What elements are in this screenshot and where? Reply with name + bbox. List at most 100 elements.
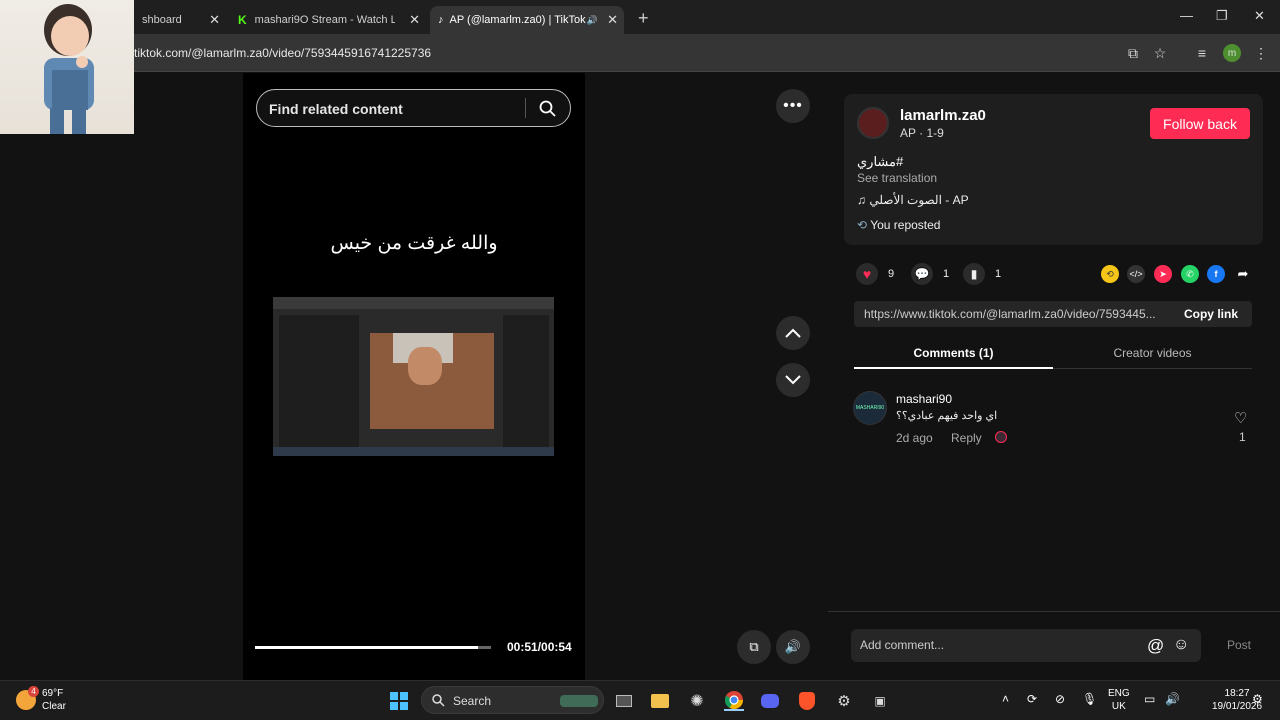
chevron-up-icon bbox=[785, 328, 801, 338]
reposted-status: ⟲ You reposted bbox=[857, 218, 940, 232]
new-tab-button[interactable]: + bbox=[630, 4, 654, 32]
taskbar-search[interactable]: Search bbox=[421, 686, 604, 714]
video-link[interactable]: https://www.tiktok.com/@lamarlm.za0/vide… bbox=[864, 307, 1168, 321]
url-text[interactable]: tiktok.com/@lamarlm.za0/video/7593445916… bbox=[134, 46, 431, 60]
mention-icon[interactable]: @ bbox=[1147, 636, 1164, 656]
comment-like-count: 1 bbox=[1239, 430, 1246, 444]
tab-label: AP (@lamarlm.za0) | TikTok bbox=[449, 14, 586, 26]
webcam-overlay bbox=[0, 0, 134, 134]
comment-button[interactable]: 💬 1 bbox=[911, 263, 949, 285]
previous-video-button[interactable] bbox=[776, 316, 810, 350]
media-control-icon[interactable]: ≡ bbox=[1193, 44, 1211, 62]
comment-like-icon[interactable]: ♡ bbox=[1234, 409, 1247, 427]
tab-dashboard[interactable]: shboard ✕ bbox=[134, 6, 226, 34]
weather-temp: 69°F bbox=[42, 688, 64, 699]
microphone-icon[interactable]: 🎙 bbox=[1082, 692, 1097, 706]
comment-count: 1 bbox=[943, 268, 950, 280]
embed-icon[interactable]: </> bbox=[1127, 265, 1145, 283]
comment-username[interactable]: mashari90 bbox=[896, 392, 952, 406]
minimize-icon[interactable]: — bbox=[1180, 8, 1193, 23]
comment-avatar[interactable]: MASHARI90 bbox=[853, 391, 887, 425]
progress-fill bbox=[255, 646, 478, 649]
volume-icon[interactable]: 🔊 bbox=[1165, 692, 1180, 706]
display-icon[interactable]: ▭ bbox=[1144, 692, 1155, 706]
close-icon[interactable]: ✕ bbox=[607, 12, 618, 28]
install-app-icon[interactable]: ⧉ bbox=[1124, 44, 1142, 62]
video-screenshot-thumbnail bbox=[273, 297, 554, 456]
post-button[interactable]: Post bbox=[1227, 638, 1251, 652]
file-explorer-icon[interactable] bbox=[650, 691, 670, 711]
notification-icon[interactable]: ⚙ bbox=[1252, 692, 1263, 706]
search-icon[interactable] bbox=[539, 100, 556, 117]
maximize-icon[interactable]: ❐ bbox=[1216, 8, 1228, 24]
sync-icon[interactable]: ⟳ bbox=[1027, 692, 1037, 706]
kick-icon: K bbox=[238, 13, 247, 27]
bookmark-star-icon[interactable]: ☆ bbox=[1151, 44, 1169, 62]
tab-tiktok[interactable]: ♪ AP (@lamarlm.za0) | TikTok 🔊 ✕ bbox=[430, 6, 624, 34]
ai-app-icon[interactable]: ✺ bbox=[687, 691, 707, 711]
hashtag-link[interactable]: مشاري# bbox=[857, 154, 903, 170]
repost-icon: ⟲ bbox=[857, 218, 868, 232]
comment-date: 2d ago bbox=[896, 431, 933, 445]
music-link[interactable]: ♫ الصوت الأصلي - AP bbox=[857, 193, 969, 207]
progress-bar[interactable] bbox=[255, 646, 491, 649]
share-arrow-icon[interactable]: ➦ bbox=[1234, 265, 1252, 283]
floating-player-button[interactable]: ⧉ bbox=[737, 630, 771, 664]
more-options-button[interactable]: ••• bbox=[776, 89, 810, 123]
copy-link-button[interactable]: Copy link bbox=[1184, 307, 1238, 321]
volume-button[interactable]: 🔊 bbox=[776, 630, 810, 664]
emoji-icon[interactable]: ☺ bbox=[1173, 636, 1189, 654]
steam-icon[interactable]: ⚙ bbox=[834, 691, 854, 711]
profile-avatar[interactable]: m bbox=[1223, 44, 1241, 62]
active-tab-indicator bbox=[854, 367, 1053, 369]
chrome-icon[interactable] bbox=[724, 691, 744, 711]
tiktok-icon: ♪ bbox=[438, 14, 444, 26]
comment-input[interactable]: Add comment... @ ☺ bbox=[851, 629, 1201, 662]
windows-start-icon[interactable] bbox=[389, 691, 409, 711]
keyboard-layout: UK bbox=[1111, 701, 1126, 712]
close-icon[interactable]: ✕ bbox=[409, 12, 420, 28]
language-code: ENG bbox=[1108, 688, 1130, 699]
author-username[interactable]: lamarlm.za0 bbox=[900, 107, 986, 124]
next-video-button[interactable] bbox=[776, 363, 810, 397]
tab-comments[interactable]: Comments (1) bbox=[854, 346, 1053, 360]
network-off-icon[interactable]: ⊘ bbox=[1055, 692, 1065, 706]
speaker-icon[interactable]: 🔊 bbox=[587, 15, 598, 26]
more-icon: ••• bbox=[783, 97, 803, 114]
tab-label: shboard bbox=[142, 14, 182, 26]
reply-button[interactable]: Reply bbox=[951, 431, 982, 445]
whatsapp-icon[interactable]: ✆ bbox=[1181, 265, 1199, 283]
send-to-friends-icon[interactable]: ➤ bbox=[1154, 265, 1172, 283]
repost-share-icon[interactable]: ⟲ bbox=[1101, 265, 1119, 283]
like-button[interactable]: ♥ 9 bbox=[856, 263, 894, 285]
discord-icon[interactable] bbox=[760, 691, 780, 711]
reposted-label: You reposted bbox=[870, 218, 941, 232]
bookmark-icon: ▮ bbox=[963, 263, 985, 285]
close-window-icon[interactable]: ✕ bbox=[1254, 8, 1265, 24]
task-view-icon[interactable] bbox=[614, 691, 634, 711]
weather-widget[interactable]: 4 69°F Clear bbox=[14, 686, 94, 716]
search-icon bbox=[432, 694, 445, 707]
app-icon[interactable]: ▣ bbox=[870, 691, 890, 711]
tab-creator-videos[interactable]: Creator videos bbox=[1053, 346, 1252, 360]
close-icon[interactable]: ✕ bbox=[209, 12, 220, 28]
weather-badge: 4 bbox=[28, 686, 39, 697]
creator-liked-icon bbox=[995, 431, 1007, 443]
comment-icon: 💬 bbox=[911, 263, 933, 285]
avatar[interactable] bbox=[857, 107, 889, 139]
follow-back-button[interactable]: Follow back bbox=[1150, 108, 1250, 139]
address-bar[interactable]: tiktok.com/@lamarlm.za0/video/7593445916… bbox=[0, 34, 1280, 72]
language-indicator[interactable]: ENG UK bbox=[1108, 688, 1130, 712]
menu-kebab-icon[interactable]: ⋮ bbox=[1252, 44, 1270, 62]
brave-icon[interactable] bbox=[797, 691, 817, 711]
see-translation-link[interactable]: See translation bbox=[857, 171, 937, 185]
pip-icon: ⧉ bbox=[749, 639, 759, 654]
search-label: Search bbox=[453, 694, 492, 708]
favorite-button[interactable]: ▮ 1 bbox=[963, 263, 1001, 285]
search-input[interactable]: Find related content bbox=[256, 89, 571, 127]
facebook-icon[interactable]: f bbox=[1207, 265, 1225, 283]
chevron-up-icon[interactable]: ˄ bbox=[1002, 692, 1009, 706]
tab-kick-stream[interactable]: K mashari9O Stream - Watch Live ✕ bbox=[230, 6, 426, 34]
search-highlight-icon bbox=[560, 695, 598, 707]
divider bbox=[828, 611, 1280, 612]
